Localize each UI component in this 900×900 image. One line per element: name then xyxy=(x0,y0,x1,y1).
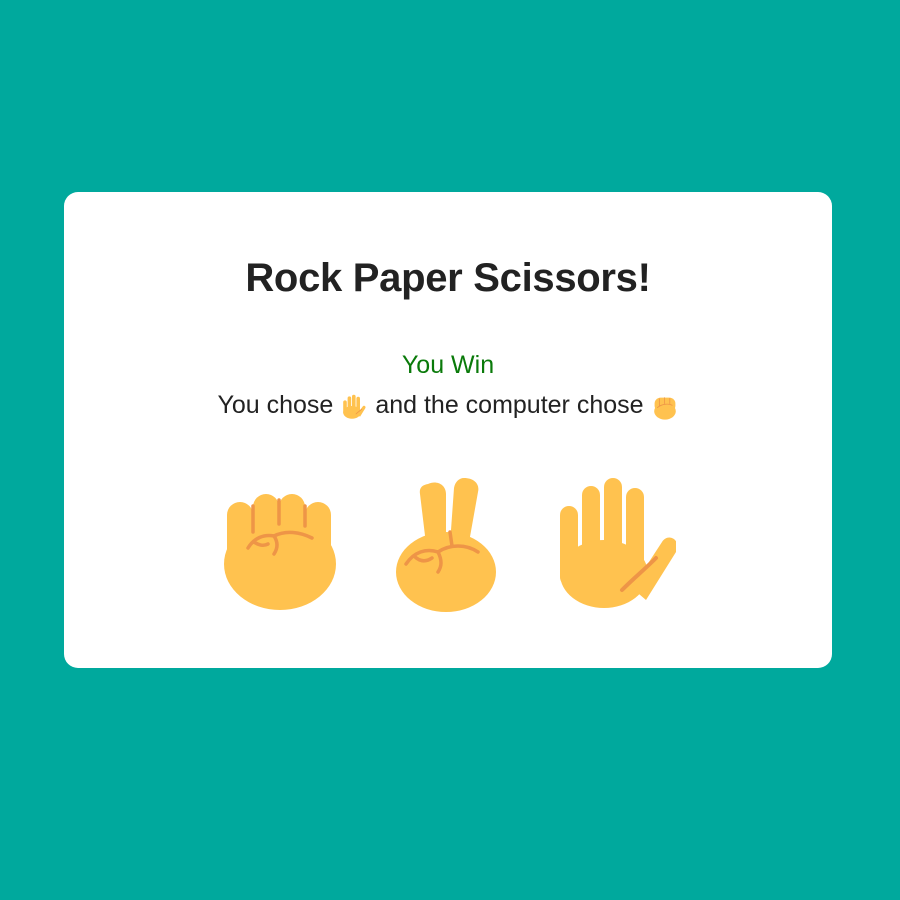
paper-hand-icon xyxy=(340,392,368,420)
page-title: Rock Paper Scissors! xyxy=(245,256,651,300)
rock-fist-icon xyxy=(651,392,679,420)
summary-middle: and the computer chose xyxy=(375,391,644,419)
choice-buttons xyxy=(64,472,832,612)
victory-hand-icon xyxy=(388,472,508,612)
summary-prefix: You chose xyxy=(217,391,334,419)
game-card: Rock Paper Scissors! You Win You chose a… xyxy=(64,192,832,668)
fist-icon xyxy=(220,472,340,612)
raised-hand-icon xyxy=(556,472,676,612)
result-text: You Win xyxy=(401,351,495,379)
paper-button[interactable] xyxy=(556,472,676,612)
scissors-button[interactable] xyxy=(388,472,508,612)
rock-button[interactable] xyxy=(220,472,340,612)
choice-summary: You chose and the computer chose xyxy=(64,391,832,420)
